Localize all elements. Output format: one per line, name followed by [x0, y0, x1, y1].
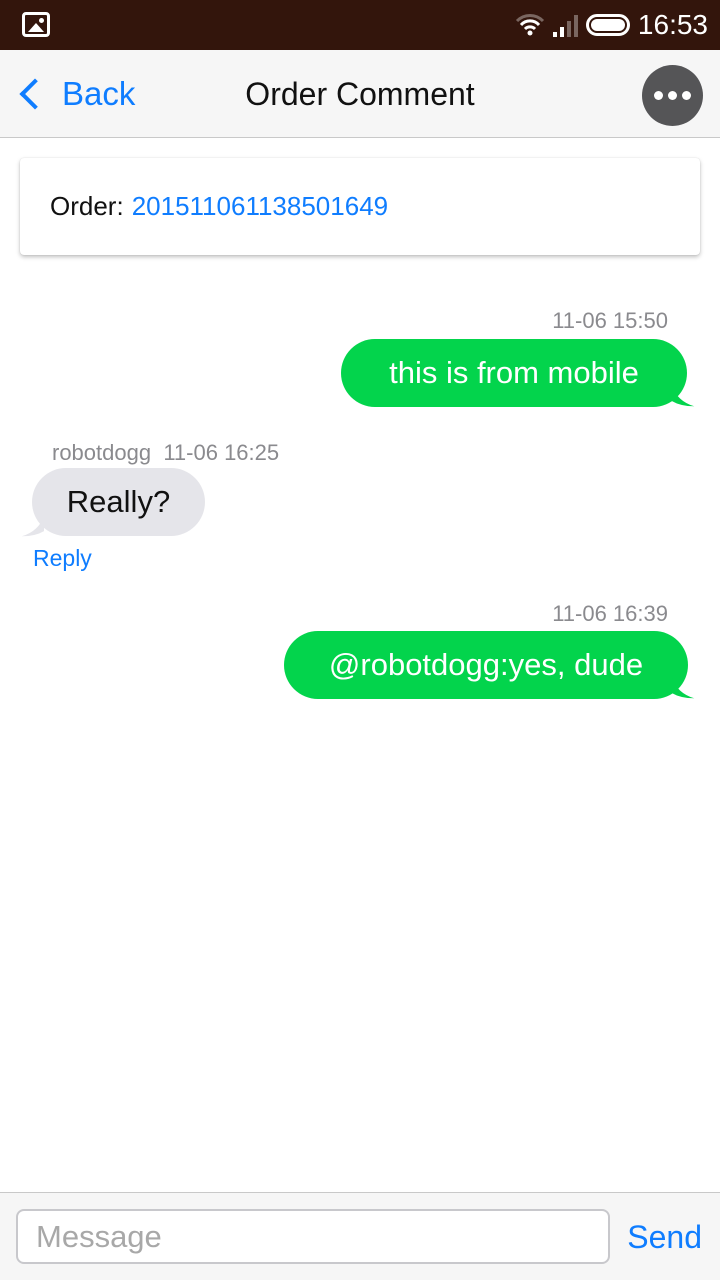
- gallery-icon: [22, 12, 50, 37]
- more-options-button[interactable]: [642, 65, 703, 126]
- wifi-icon: [515, 14, 545, 36]
- more-dot: [682, 91, 691, 100]
- more-dot: [668, 91, 677, 100]
- message-text: @robotdogg:yes, dude: [328, 647, 644, 682]
- bubble-tail: [672, 385, 695, 407]
- message-text: this is from mobile: [389, 355, 639, 390]
- signal-icon: [552, 13, 578, 37]
- message-text: Really?: [66, 484, 171, 519]
- incoming-message-bubble[interactable]: Really?: [32, 468, 205, 536]
- back-button[interactable]: Back: [14, 50, 135, 138]
- message-timestamp: 11-06 16:25: [163, 440, 280, 465]
- message-timestamp: 11-06 15:50: [552, 308, 668, 333]
- message-author: robotdogg: [52, 440, 152, 465]
- more-horizontal-icon: [654, 91, 663, 100]
- message-timestamp: 11-06 16:39: [552, 601, 668, 626]
- status-time: 16:53: [637, 9, 708, 40]
- back-label: Back: [62, 75, 136, 112]
- bubble-tail: [21, 515, 44, 537]
- navigation-bar: Back Order Comment: [0, 50, 720, 138]
- outgoing-message-bubble[interactable]: @robotdogg:yes, dude: [284, 631, 688, 699]
- status-bar: 16:53: [0, 0, 720, 50]
- message-meta: robotdogg 11-06 16:25: [52, 440, 279, 466]
- chevron-left-icon: [19, 78, 51, 110]
- outgoing-message-bubble[interactable]: this is from mobile: [341, 339, 687, 407]
- reply-link[interactable]: Reply: [33, 545, 92, 572]
- message-input[interactable]: [16, 1209, 610, 1264]
- battery-icon: [585, 14, 630, 36]
- bubble-tail: [672, 677, 695, 699]
- status-icons: 16:53: [515, 0, 708, 50]
- message-composer: Send: [0, 1192, 720, 1280]
- order-card: Order: 201511061138501649: [20, 158, 700, 255]
- order-number-link[interactable]: 201511061138501649: [132, 191, 388, 222]
- send-button[interactable]: Send: [627, 1193, 702, 1281]
- order-label: Order:: [50, 191, 124, 221]
